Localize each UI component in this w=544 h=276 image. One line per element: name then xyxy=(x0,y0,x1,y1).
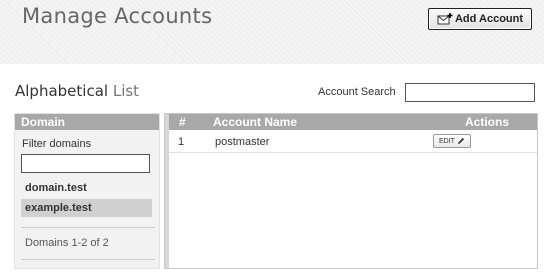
domains-count: Domains 1-2 of 2 xyxy=(25,237,109,249)
row-number: 1 xyxy=(178,136,185,148)
filter-domains-input[interactable] xyxy=(21,154,150,173)
sidebar-divider xyxy=(21,227,155,228)
filter-domains-label: Filter domains xyxy=(22,138,92,150)
page-title: Manage Accounts xyxy=(22,4,213,28)
section-title-main: Alphabetical xyxy=(15,82,109,100)
account-search-input[interactable] xyxy=(405,83,535,102)
sidebar-header: Domain xyxy=(15,114,159,130)
sidebar-divider xyxy=(21,259,155,260)
add-account-button[interactable]: Add Account xyxy=(428,8,532,30)
account-name: postmaster xyxy=(215,136,270,148)
pencil-icon xyxy=(457,137,465,144)
domain-item-domain-test[interactable]: domain.test xyxy=(21,179,152,197)
domain-item-example-test[interactable]: example.test xyxy=(21,199,152,217)
edit-button-label: EDIT xyxy=(439,137,455,145)
edit-button[interactable]: EDIT xyxy=(433,134,471,148)
domain-sidebar: Domain Filter domains domain.test exampl… xyxy=(14,113,160,269)
column-header-actions: Actions xyxy=(465,115,510,129)
section-heading: Alphabetical List xyxy=(15,82,139,100)
column-header-account-name: Account Name xyxy=(213,115,298,129)
account-search-label: Account Search xyxy=(318,86,396,98)
accounts-table: # Account Name Actions 1 postmaster EDIT xyxy=(164,113,538,269)
table-header: # Account Name Actions xyxy=(169,114,537,130)
section-title-sub: List xyxy=(112,82,140,100)
table-row: 1 postmaster EDIT xyxy=(169,131,537,153)
add-account-label: Add Account xyxy=(454,13,524,25)
envelope-plus-icon xyxy=(437,13,453,25)
column-header-number: # xyxy=(179,115,186,129)
